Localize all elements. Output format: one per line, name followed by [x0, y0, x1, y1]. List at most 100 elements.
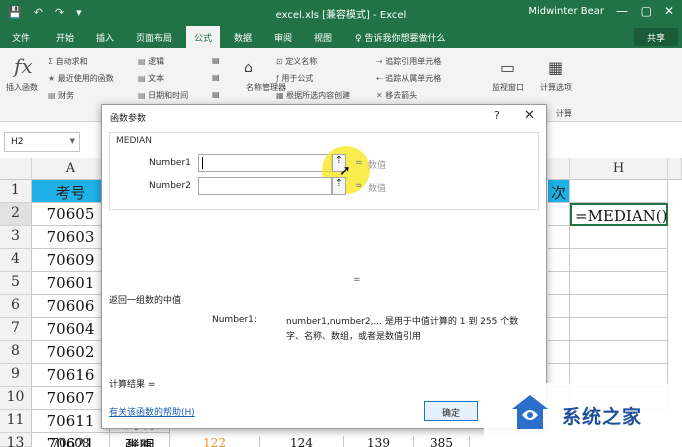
datetime-button[interactable]: ▤ 日期和时间	[138, 90, 188, 101]
lookup-icon[interactable]: ▤	[212, 56, 220, 65]
mouse-pointer-icon: ➚	[339, 163, 351, 179]
ok-button[interactable]: 确定	[424, 401, 478, 421]
cell-g3[interactable]	[548, 226, 570, 249]
cell-a4[interactable]: 70609	[32, 249, 110, 272]
create-from-selection-button[interactable]: ▦ 根据所选内容创建	[276, 90, 350, 101]
more-functions-icon[interactable]: ▤	[212, 90, 220, 99]
number2-equals: =	[355, 181, 363, 191]
function-help-link[interactable]: 有关该函数的帮助(H)	[109, 405, 195, 418]
select-all-corner[interactable]	[0, 158, 32, 180]
book-icon: ▤	[138, 57, 149, 66]
cell-a7[interactable]: 70604	[32, 318, 110, 341]
recent-functions-button[interactable]: ★ 最近使用的函数	[48, 73, 114, 84]
close-window-button[interactable]: ✕	[664, 4, 674, 18]
row-header[interactable]: 4	[0, 249, 32, 272]
row-header[interactable]: 2	[0, 203, 32, 226]
row-header[interactable]: 1	[0, 180, 32, 203]
help-icon[interactable]: ?	[494, 109, 500, 122]
tab-view[interactable]: 视图	[314, 31, 332, 44]
minimize-button[interactable]: —	[616, 4, 628, 18]
tell-me-search[interactable]: ♀ 告诉我你想要做什么	[355, 31, 445, 44]
cell-b13[interactable]: 徐冲	[110, 436, 170, 447]
cell-a5[interactable]: 70601	[32, 272, 110, 295]
trace-dependents-button[interactable]: ⇠ 追踪从属单元格	[376, 73, 441, 84]
fx-icon[interactable]: fx	[14, 54, 33, 78]
row-header[interactable]: 6	[0, 295, 32, 318]
share-button[interactable]: 共享	[634, 28, 678, 46]
column-header-h[interactable]: H	[570, 158, 668, 180]
column-header-a[interactable]: A	[32, 158, 110, 180]
cell-g4[interactable]	[548, 249, 570, 272]
row-header[interactable]: 8	[0, 341, 32, 364]
row-header[interactable]: 11	[0, 410, 32, 433]
cell-a1[interactable]: 考号	[32, 180, 110, 203]
close-icon[interactable]: ✕	[524, 108, 535, 123]
tab-data[interactable]: 数据	[234, 31, 252, 44]
watermark-text: 系统之家	[562, 406, 643, 428]
cell-d13[interactable]: 124	[260, 436, 344, 447]
cell-h5[interactable]	[570, 272, 668, 295]
trace-precedents-button[interactable]: ⇢ 追踪引用单元格	[376, 56, 441, 67]
restore-button[interactable]: ▢	[641, 4, 652, 18]
cell-a3[interactable]: 70603	[32, 226, 110, 249]
cell-g1[interactable]: 次	[548, 180, 570, 203]
calc-options-button[interactable]: 计算选项	[540, 82, 572, 93]
user-name[interactable]: Midwinter Bear	[528, 6, 604, 17]
row-header[interactable]: 10	[0, 387, 32, 410]
math-icon[interactable]: ▤	[212, 73, 220, 82]
cell-g8[interactable]	[548, 341, 570, 364]
cell-a11[interactable]: 70611	[32, 410, 110, 433]
cell-h1[interactable]	[570, 180, 668, 203]
grid-icon: ▦	[276, 91, 287, 100]
use-in-formula-button[interactable]: ƒ 用于公式	[276, 73, 313, 84]
cell-f13[interactable]: 385	[414, 436, 470, 447]
cell-g5[interactable]	[548, 272, 570, 295]
cell-a9[interactable]: 70616	[32, 364, 110, 387]
tab-review[interactable]: 审阅	[274, 31, 292, 44]
cell-g7[interactable]	[548, 318, 570, 341]
cell-a13[interactable]: 70608	[32, 436, 110, 447]
cell-a10[interactable]: 70607	[32, 387, 110, 410]
tab-page-layout[interactable]: 页面布局	[136, 31, 172, 44]
cell-h8[interactable]	[570, 341, 668, 364]
cell-g2[interactable]	[548, 203, 570, 226]
dialog-title: 函数参数	[110, 114, 147, 124]
tab-insert[interactable]: 插入	[96, 31, 114, 44]
logical-button[interactable]: ▤ 逻辑	[138, 56, 164, 67]
cell-g6[interactable]	[548, 295, 570, 318]
calculation-result: 计算结果 =	[109, 380, 156, 390]
text-button[interactable]: ▤ 文本	[138, 73, 164, 84]
number1-input[interactable]	[198, 154, 332, 172]
name-box[interactable]: H2 ▼	[4, 132, 80, 152]
row-header[interactable]: 5	[0, 272, 32, 295]
chevron-down-icon[interactable]: ▼	[70, 137, 75, 145]
tag-icon: ⊡	[276, 57, 286, 66]
number2-input[interactable]	[198, 177, 332, 195]
row-header[interactable]: 9	[0, 364, 32, 387]
number2-collapse-button[interactable]: ⇡	[332, 177, 346, 195]
column-header-i[interactable]	[668, 158, 682, 180]
watch-window-button[interactable]: 监视窗口	[492, 82, 524, 93]
row-header[interactable]: 7	[0, 318, 32, 341]
cell-h4[interactable]	[570, 249, 668, 272]
cell-h7[interactable]	[570, 318, 668, 341]
tab-formulas[interactable]: 公式	[186, 26, 221, 48]
number2-label: Number2	[149, 181, 191, 191]
cell-h6[interactable]	[570, 295, 668, 318]
define-name-button[interactable]: ⊡ 定义名称	[276, 56, 317, 67]
cell-h2-active[interactable]: =MEDIAN()	[570, 203, 668, 226]
cell-a2[interactable]: 70605	[32, 203, 110, 226]
remove-arrows-button[interactable]: ✕ 移去箭头	[376, 90, 417, 101]
cell-a6[interactable]: 70606	[32, 295, 110, 318]
cell-a8[interactable]: 70602	[32, 341, 110, 364]
row-header[interactable]: 13	[0, 433, 32, 447]
financial-button[interactable]: ▤ 财务	[48, 90, 74, 101]
cell-h3[interactable]	[570, 226, 668, 249]
cell-c13[interactable]: 122	[170, 436, 260, 447]
tab-file[interactable]: 文件	[12, 31, 30, 44]
insert-function-button[interactable]: 插入函数	[6, 82, 38, 93]
autosum-button[interactable]: Σ 自动求和	[48, 56, 88, 67]
tab-home[interactable]: 开始	[56, 31, 74, 44]
cell-e13[interactable]: 139	[344, 436, 414, 447]
row-header[interactable]: 3	[0, 226, 32, 249]
